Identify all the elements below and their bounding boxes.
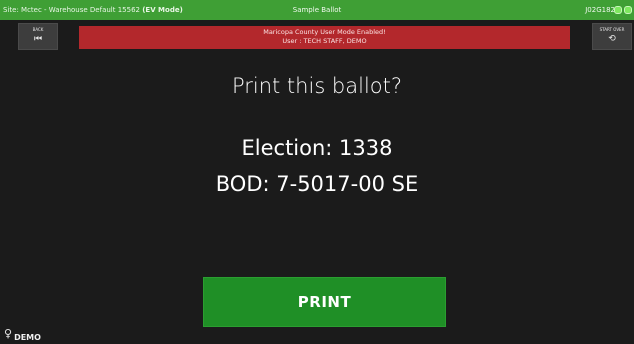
back-button[interactable]: BACK ⏮ bbox=[18, 23, 58, 50]
status-lights bbox=[614, 6, 632, 14]
window-title: Sample Ballot bbox=[292, 6, 342, 14]
alert-line-1: Maricopa County User Mode Enabled! bbox=[263, 28, 386, 36]
device-id: J02G182 bbox=[585, 6, 615, 14]
status-light-icon bbox=[624, 6, 632, 14]
status-light-icon bbox=[614, 6, 622, 14]
start-over-button[interactable]: START OVER ⟲ bbox=[592, 23, 632, 50]
lightbulb-icon: ♀ bbox=[4, 327, 13, 340]
back-icon: ⏮ bbox=[33, 34, 43, 44]
print-button[interactable]: PRINT bbox=[203, 277, 446, 327]
user-badge: ♀ DEMO bbox=[4, 326, 41, 344]
user-mode-alert: Maricopa County User Mode Enabled! User … bbox=[79, 26, 570, 49]
bod-code: BOD: 7-5017-00 SE bbox=[215, 172, 419, 196]
title-bar: Site: Mctec - Warehouse Default 15562 (E… bbox=[0, 0, 634, 20]
back-button-label: BACK bbox=[32, 27, 44, 32]
restart-icon: ⟲ bbox=[608, 34, 616, 44]
start-over-button-label: START OVER bbox=[599, 27, 625, 32]
user-name: DEMO bbox=[14, 333, 41, 342]
print-question: Print this ballot? bbox=[231, 74, 403, 98]
election-number: Election: 1338 bbox=[241, 136, 393, 160]
alert-line-2: User : TECH STAFF, DEMO bbox=[282, 37, 367, 45]
